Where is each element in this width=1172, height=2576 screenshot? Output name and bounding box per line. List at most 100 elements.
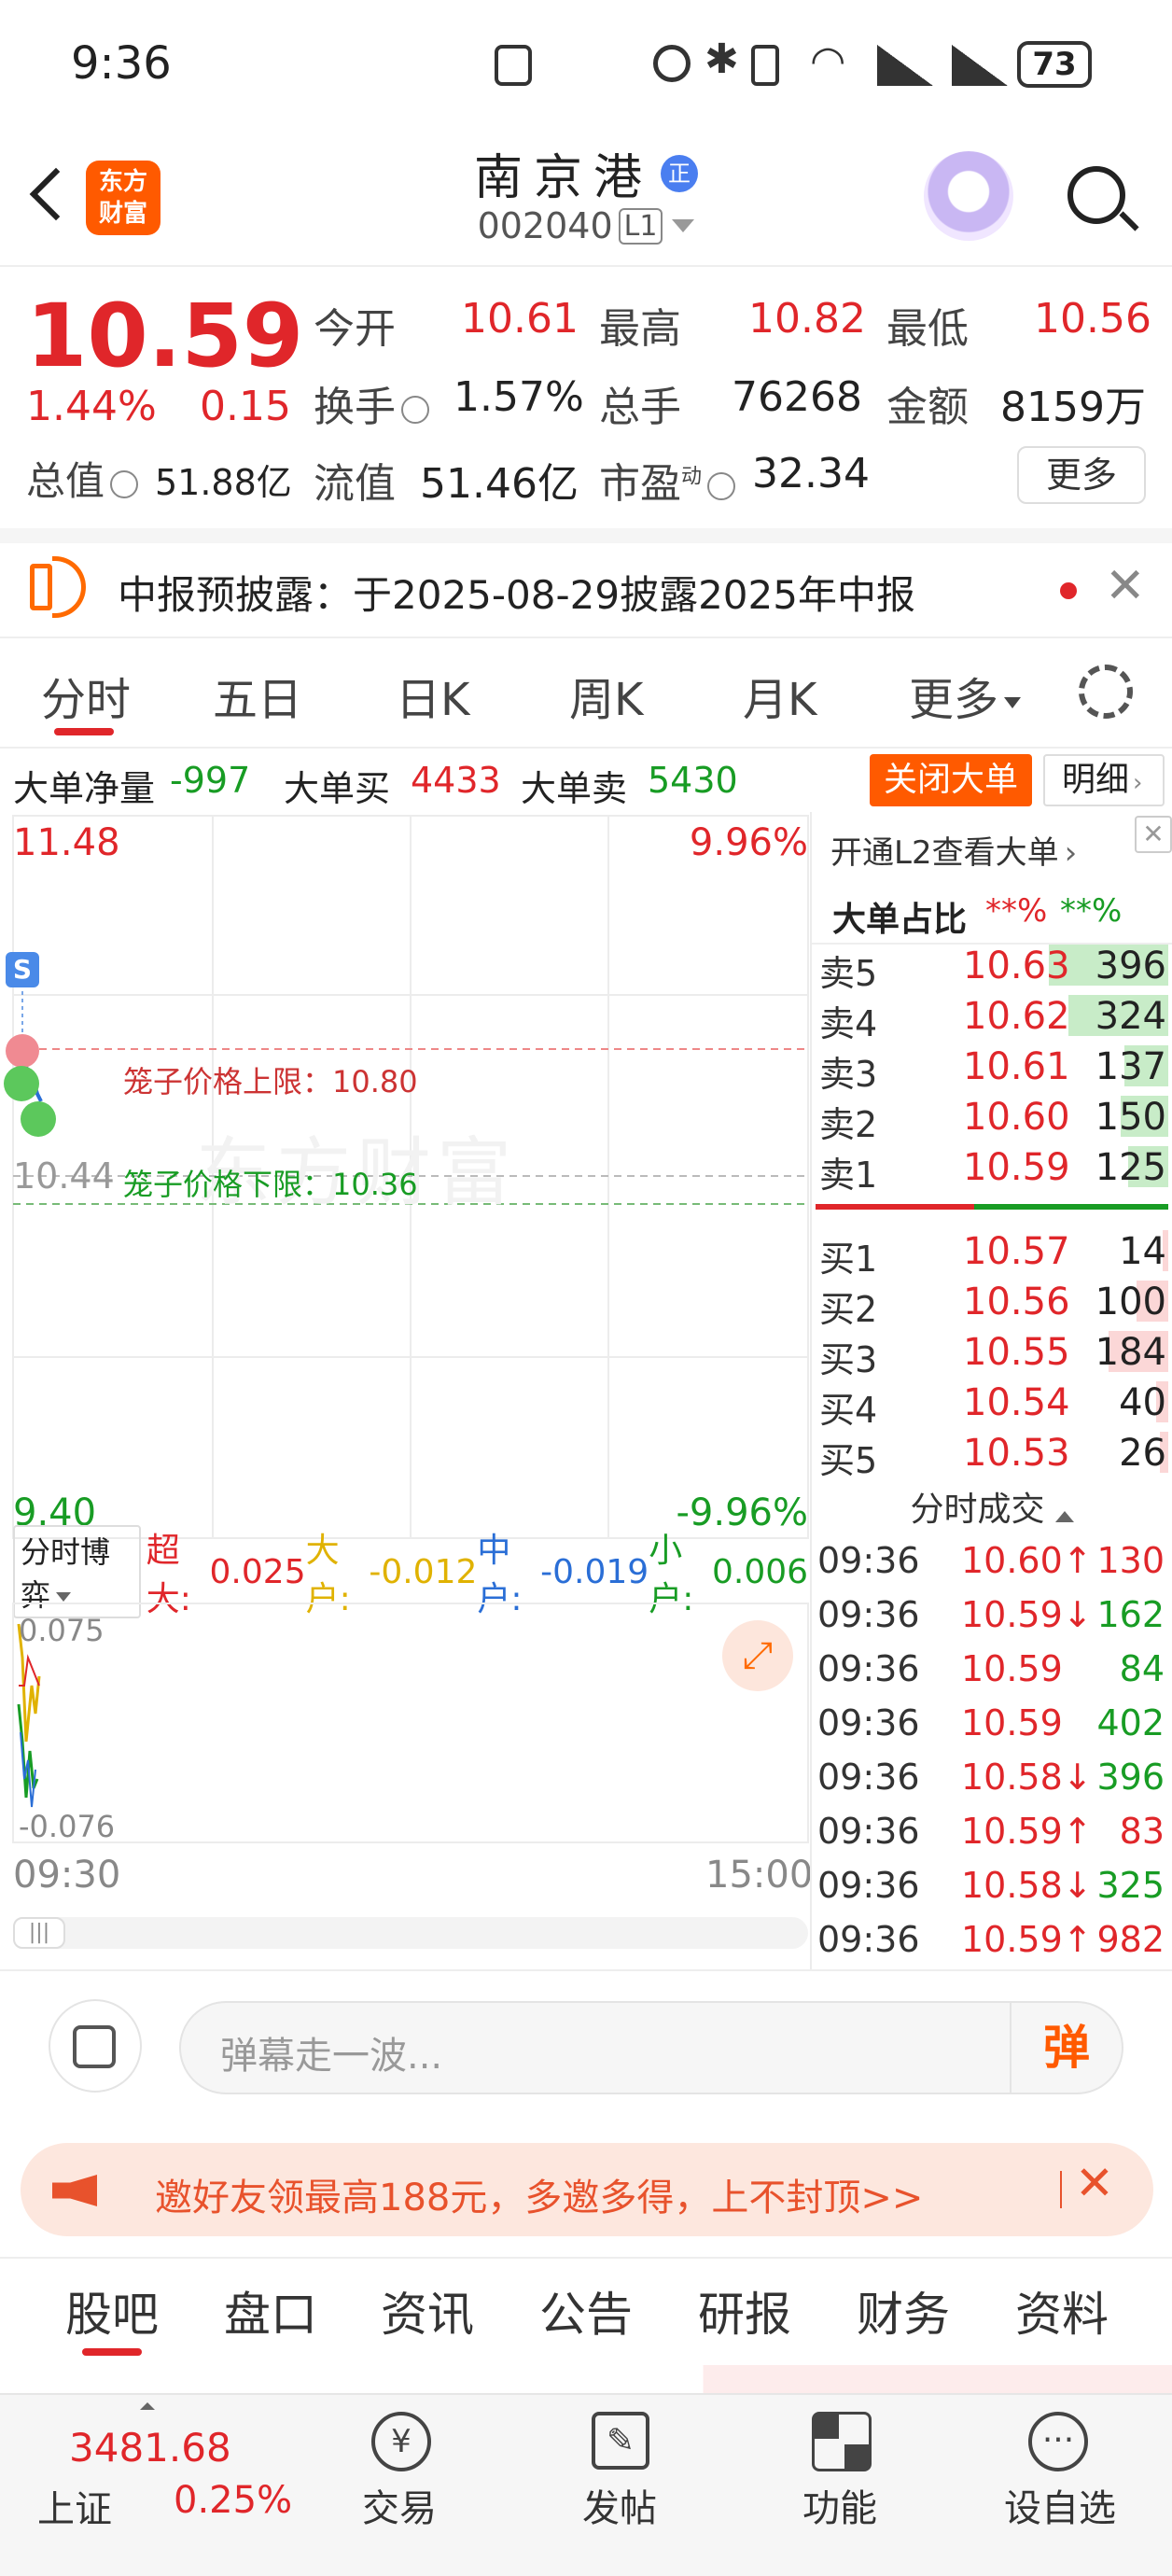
quote-panel: 10.59 1.44% 0.15 今开 10.61 最高 10.82 最低 10… [0, 267, 1172, 528]
search-icon-handle [1119, 211, 1139, 231]
trades-title: 分时成交 [910, 1491, 1045, 1529]
level-volume: 324 [1095, 995, 1166, 1038]
float-value: 51.46亿 [420, 460, 579, 508]
sell-value: 5430 [648, 760, 738, 801]
danmu-button[interactable]: 弹 [1010, 2003, 1122, 2093]
s-marker[interactable]: S [6, 952, 39, 987]
close-l2-icon[interactable]: ✕ [1135, 816, 1172, 853]
level-volume: 137 [1095, 1045, 1166, 1088]
ask-row[interactable]: 卖3 10.61 137 [812, 1042, 1172, 1095]
stock-name: 南京港 [473, 150, 653, 206]
index-pct[interactable]: 0.25% [174, 2479, 292, 2522]
trade-icon[interactable]: ¥ [371, 2412, 431, 2471]
barrage-settings-icon[interactable] [49, 1999, 142, 2093]
add-watchlist-icon[interactable]: ··· [1028, 2412, 1088, 2471]
high-marker[interactable] [6, 1034, 39, 1068]
ask-row[interactable]: 卖5 10.63 396 [812, 941, 1172, 994]
nav-trade[interactable]: 交易 [362, 2478, 437, 2532]
info-icon[interactable] [110, 469, 139, 498]
bid-row[interactable]: 买2 10.56 100 [812, 1277, 1172, 1330]
level-label: 买4 [819, 1390, 878, 1431]
level-label: 买1 [819, 1239, 878, 1280]
alarm-icon [653, 45, 691, 82]
level-price: 10.53 [963, 1432, 1070, 1475]
bid-row[interactable]: 买4 10.54 40 [812, 1378, 1172, 1431]
trade-volume: 162 [1096, 1594, 1165, 1635]
nav-functions[interactable]: 功能 [802, 2478, 877, 2532]
functions-icon[interactable] [812, 2412, 872, 2471]
bid-ask-divider [816, 1204, 1168, 1210]
tab-profile[interactable]: 资料 [1015, 2277, 1109, 2345]
close-icon[interactable]: ✕ [1105, 558, 1146, 614]
more-button[interactable]: 更多 [1017, 446, 1146, 504]
robot-avatar[interactable] [924, 151, 1013, 241]
tab-more[interactable]: 更多 [909, 663, 1022, 728]
trade-volume: 325 [1096, 1865, 1165, 1906]
ask-row[interactable]: 卖2 10.60 150 [812, 1092, 1172, 1145]
float-label: 流值 [314, 460, 396, 508]
name-badge: 正 [661, 154, 698, 192]
tab-intraday[interactable]: 分时 [41, 663, 131, 728]
tab-daily-k[interactable]: 日K [396, 663, 469, 728]
detail-button[interactable]: 明细 › [1043, 754, 1165, 806]
status-bar: 9:36 ✱ ◠ 73 [0, 0, 1172, 131]
prev-close-label: 10.44 [13, 1155, 115, 1197]
nav-post[interactable]: 发帖 [582, 2478, 657, 2532]
chevron-right-icon: › [1064, 834, 1078, 872]
index-name[interactable]: 上证 [37, 2479, 112, 2533]
promo-close-icon[interactable]: ✕ [1075, 2156, 1114, 2210]
info-icon[interactable] [707, 472, 736, 500]
comment-placeholder: 弹幕走一波... [220, 2035, 443, 2078]
mktcap-value: 51.88亿 [155, 462, 292, 503]
change-pct: 1.44% [26, 383, 157, 430]
bid-row[interactable]: 买5 10.53 26 [812, 1428, 1172, 1481]
trade-row: 09:36 10.58↓ 396 [0, 1757, 1172, 1809]
ask-row[interactable]: 卖4 10.62 324 [812, 991, 1172, 1044]
trades-title-row[interactable]: 分时成交 [812, 1482, 1172, 1529]
notice-bar[interactable]: 中报预披露：于2025-08-29披露2025年中报 ✕ [0, 543, 1172, 637]
intraday-chart[interactable]: 东方财富 11.48 9.96% 9.40 -9.96% 10.44 笼子价格上… [0, 814, 810, 1542]
comment-input[interactable]: 弹幕走一波... 弹 [179, 2001, 1123, 2094]
tab-research[interactable]: 研报 [698, 2277, 791, 2345]
pe-label: 市盈动 [599, 450, 736, 510]
megaphone-icon [52, 2175, 97, 2206]
mktcap-label-text: 总值 [26, 458, 105, 504]
tab-more-label: 更多 [909, 674, 999, 726]
l2-link[interactable]: 开通L2查看大单 › [830, 827, 1077, 873]
close-big-order-button[interactable]: 关闭大单 [870, 754, 1032, 806]
tab-news[interactable]: 资讯 [381, 2277, 474, 2345]
high-label: 最高 [599, 305, 681, 353]
mid-marker[interactable] [4, 1066, 39, 1101]
low-marker[interactable] [21, 1101, 56, 1137]
level-volume: 100 [1095, 1281, 1166, 1323]
bid-row[interactable]: 买3 10.55 184 [812, 1327, 1172, 1380]
tab-pankou[interactable]: 盘口 [224, 2277, 317, 2345]
chevron-down-icon [672, 219, 695, 232]
bid-row[interactable]: 买1 10.57 14 [812, 1226, 1172, 1280]
search-button[interactable] [1064, 162, 1139, 237]
pe-sup: 动 [681, 465, 703, 489]
level-volume: 26 [1119, 1432, 1166, 1475]
top-price-label: 11.48 [13, 821, 120, 864]
gear-icon[interactable] [1079, 665, 1133, 719]
post-icon[interactable]: ✎ [592, 2412, 649, 2470]
tab-weekly-k[interactable]: 周K [569, 663, 643, 728]
tab-finance[interactable]: 财务 [857, 2277, 950, 2345]
tab-guba[interactable]: 股吧 [65, 2277, 159, 2345]
trade-volume: 83 [1119, 1811, 1165, 1852]
pe-label-text: 市盈 [599, 460, 681, 508]
ask-row[interactable]: 卖1 10.59 125 [812, 1142, 1172, 1196]
tab-announcements[interactable]: 公告 [539, 2277, 633, 2345]
index-value[interactable]: 3481.68 [69, 2425, 231, 2471]
tab-five-day[interactable]: 五日 [213, 663, 302, 728]
divider [0, 637, 1172, 638]
nav-add-watchlist[interactable]: 设自选 [1004, 2478, 1116, 2532]
trade-time: 09:36 [817, 1702, 920, 1743]
divider [0, 528, 1172, 543]
nfc-icon [495, 45, 532, 86]
level-price: 10.63 [963, 945, 1070, 987]
chevron-right-icon: › [1133, 769, 1143, 797]
tab-monthly-k[interactable]: 月K [743, 663, 816, 728]
info-icon[interactable] [401, 396, 429, 424]
promo-banner[interactable]: 邀好友领最高188元，多邀多得，上不封顶>> ✕ [21, 2143, 1153, 2236]
